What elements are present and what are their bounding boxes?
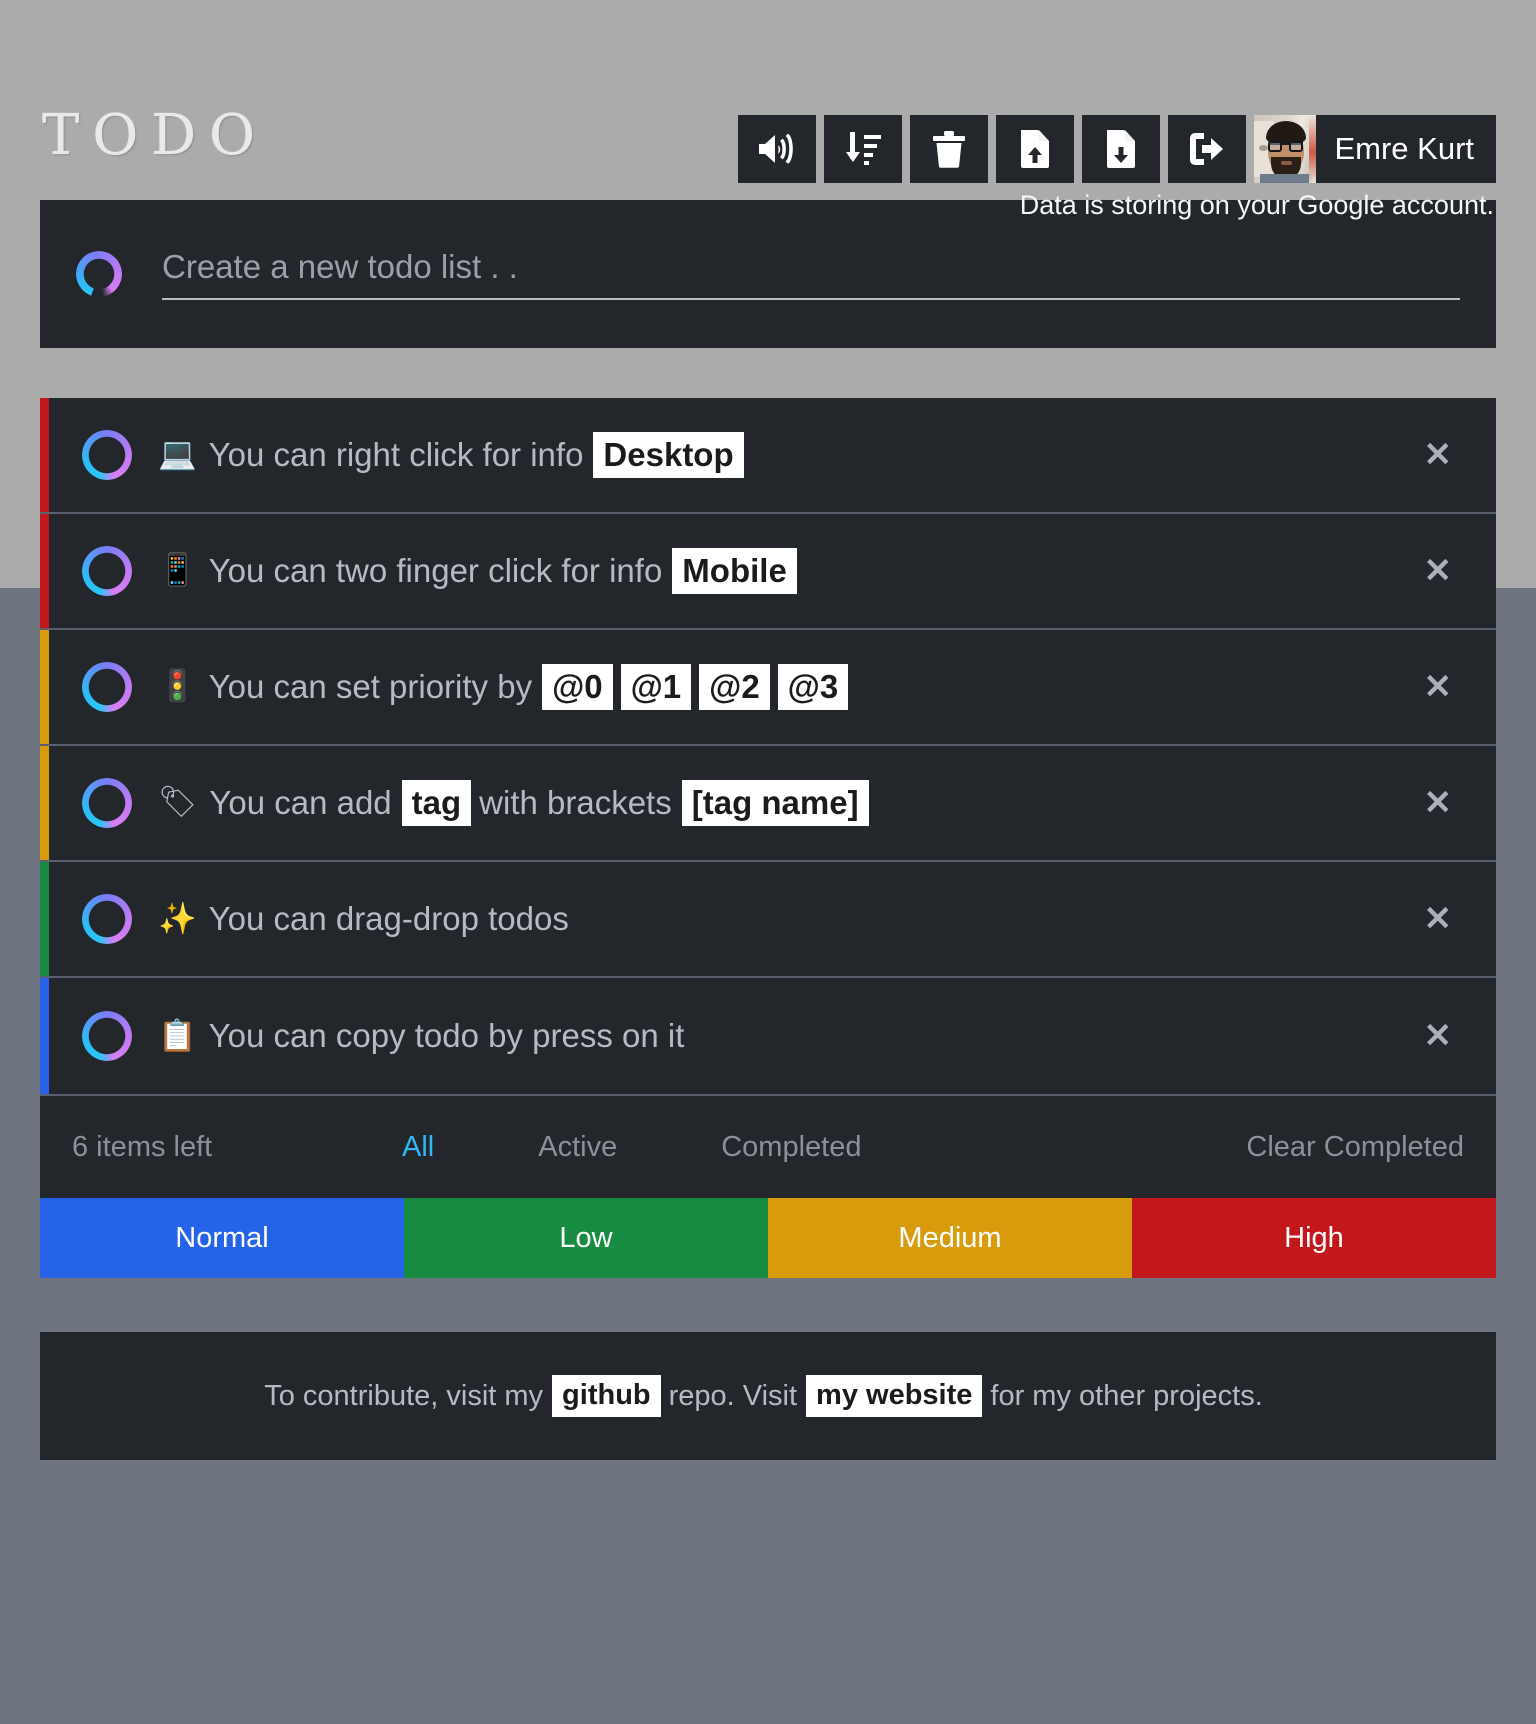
delete-todo-button[interactable]: ✕ — [1414, 432, 1463, 478]
legend-high[interactable]: High — [1132, 1198, 1496, 1278]
legend-low[interactable]: Low — [404, 1198, 768, 1278]
todo-list-footer: 6 items left All Active Completed Clear Co… — [40, 1094, 1496, 1198]
priority-legend: Normal Low Medium High — [40, 1198, 1496, 1278]
filter-active[interactable]: Active — [538, 1131, 617, 1164]
text-segment: You can set priority by — [208, 667, 533, 705]
sign-out-icon — [1187, 132, 1227, 166]
app-logo: TODO — [42, 103, 269, 168]
text-segment: You can copy todo by press on it — [208, 1017, 685, 1054]
text-segment: You can right click for info — [208, 435, 584, 473]
sound-toggle-button[interactable] — [738, 115, 817, 183]
code-chip[interactable]: github — [552, 1375, 661, 1417]
file-upload-icon — [1019, 129, 1051, 169]
avatar — [1254, 115, 1317, 183]
todo-row[interactable]: 📋 You can copy todo by press on it ✕ — [40, 978, 1496, 1094]
text-segment: To contribute, visit my — [264, 1379, 544, 1412]
todo-text: 🏷 You can add tag with brackets [tag name] — [158, 779, 1414, 827]
sparkles-emoji: ✨ — [158, 900, 197, 937]
todo-complete-toggle[interactable] — [82, 662, 132, 712]
sort-todos-button[interactable] — [824, 115, 903, 183]
text-segment: repo. Visit — [668, 1379, 798, 1412]
new-todo-ring-icon — [76, 251, 122, 297]
storage-note: Data is storing on your Google account. — [1019, 190, 1494, 220]
filter-completed[interactable]: Completed — [721, 1131, 861, 1164]
text-segment: You can two finger click for info — [208, 551, 663, 589]
filter-all[interactable]: All — [402, 1131, 434, 1164]
import-file-button[interactable] — [996, 115, 1075, 183]
code-chip[interactable]: Mobile — [672, 547, 797, 595]
sign-out-button[interactable] — [1168, 115, 1247, 183]
header-toolbar: Emre Kurt — [738, 115, 1496, 183]
todo-complete-toggle[interactable] — [82, 430, 132, 480]
priority-color-bar — [40, 978, 49, 1094]
todo-row[interactable]: ✨ You can drag-drop todos ✕ — [40, 862, 1496, 978]
delete-todo-button[interactable]: ✕ — [1414, 896, 1463, 942]
text-segment: You can drag-drop todos — [208, 900, 569, 937]
delete-todo-button[interactable]: ✕ — [1414, 548, 1463, 594]
code-chip[interactable]: tag — [401, 779, 472, 827]
code-chip[interactable]: [tag name] — [681, 779, 869, 827]
user-account-chip[interactable]: Emre Kurt — [1254, 115, 1496, 183]
code-chip[interactable]: @1 — [620, 663, 692, 711]
todo-text: ✨ You can drag-drop todos — [158, 900, 1414, 938]
page-footer: To contribute, visit my github repo. Visit… — [40, 1332, 1496, 1460]
todo-text: 🚦 You can set priority by @0 @1 @2 @3 — [158, 663, 1414, 711]
text-segment: You can add — [209, 783, 392, 821]
new-todo-card — [40, 200, 1496, 348]
priority-color-bar — [40, 630, 49, 744]
todo-row[interactable]: 💻 You can right click for info Desktop ✕ — [40, 398, 1496, 514]
delete-todo-button[interactable]: ✕ — [1414, 1013, 1463, 1059]
code-chip[interactable]: @2 — [699, 663, 770, 711]
app-header: TODO Emre Kurt Data is storing on your G… — [40, 0, 1496, 220]
mobile-phone-emoji: 📱 — [158, 552, 197, 589]
todo-text: 📋 You can copy todo by press on it — [158, 1017, 1414, 1055]
code-chip[interactable]: @3 — [777, 663, 849, 711]
todo-row[interactable]: 📱 You can two finger click for info Mobile… — [40, 514, 1496, 630]
priority-color-bar — [40, 514, 49, 628]
sort-amount-down-icon — [844, 132, 882, 166]
filter-group: All Active Completed — [402, 1131, 965, 1164]
delete-todo-button[interactable]: ✕ — [1414, 664, 1463, 710]
todo-complete-toggle[interactable] — [82, 894, 132, 944]
todo-complete-toggle[interactable] — [82, 778, 132, 828]
text-segment: for my other projects. — [990, 1379, 1263, 1412]
traffic-light-emoji: 🚦 — [158, 668, 197, 705]
user-name: Emre Kurt — [1334, 131, 1474, 166]
label-tag-emoji: 🏷 — [158, 784, 198, 821]
items-left-count: 6 items left — [72, 1130, 213, 1163]
todo-complete-toggle[interactable] — [82, 1011, 132, 1061]
priority-color-bar — [40, 398, 49, 512]
todo-row[interactable]: 🏷 You can add tag with brackets [tag name] ✕ — [40, 746, 1496, 862]
priority-color-bar — [40, 862, 49, 976]
text-segment: with brackets — [479, 783, 672, 821]
volume-up-icon — [757, 132, 797, 166]
laptop-emoji: 💻 — [158, 436, 197, 473]
app-root: TODO Emre Kurt Data is storing on your G… — [0, 0, 1536, 1460]
clipboard-emoji: 📋 — [158, 1017, 197, 1054]
delete-all-button[interactable] — [910, 115, 989, 183]
priority-color-bar — [40, 746, 49, 860]
todo-text: 💻 You can right click for info Desktop — [158, 431, 1414, 479]
todo-text: 📱 You can two finger click for info Mobile — [158, 547, 1414, 595]
file-download-icon — [1105, 129, 1137, 169]
new-todo-input[interactable] — [162, 248, 1460, 286]
todo-row[interactable]: 🚦 You can set priority by @0 @1 @2 @3 ✕ — [40, 630, 1496, 746]
code-chip[interactable]: Desktop — [593, 431, 744, 479]
delete-todo-button[interactable]: ✕ — [1414, 780, 1463, 826]
legend-normal[interactable]: Normal — [40, 1198, 404, 1278]
todo-list: 💻 You can right click for info Desktop ✕ 📱 Yo… — [40, 398, 1496, 1094]
export-file-button[interactable] — [1082, 115, 1161, 183]
clear-completed-button[interactable]: Clear Completed — [1246, 1131, 1464, 1164]
code-chip[interactable]: my website — [806, 1375, 983, 1417]
todo-complete-toggle[interactable] — [82, 546, 132, 596]
trash-icon — [932, 130, 966, 168]
legend-medium[interactable]: Medium — [768, 1198, 1132, 1278]
code-chip[interactable]: @0 — [542, 663, 613, 711]
new-todo-input-wrapper — [162, 248, 1460, 300]
